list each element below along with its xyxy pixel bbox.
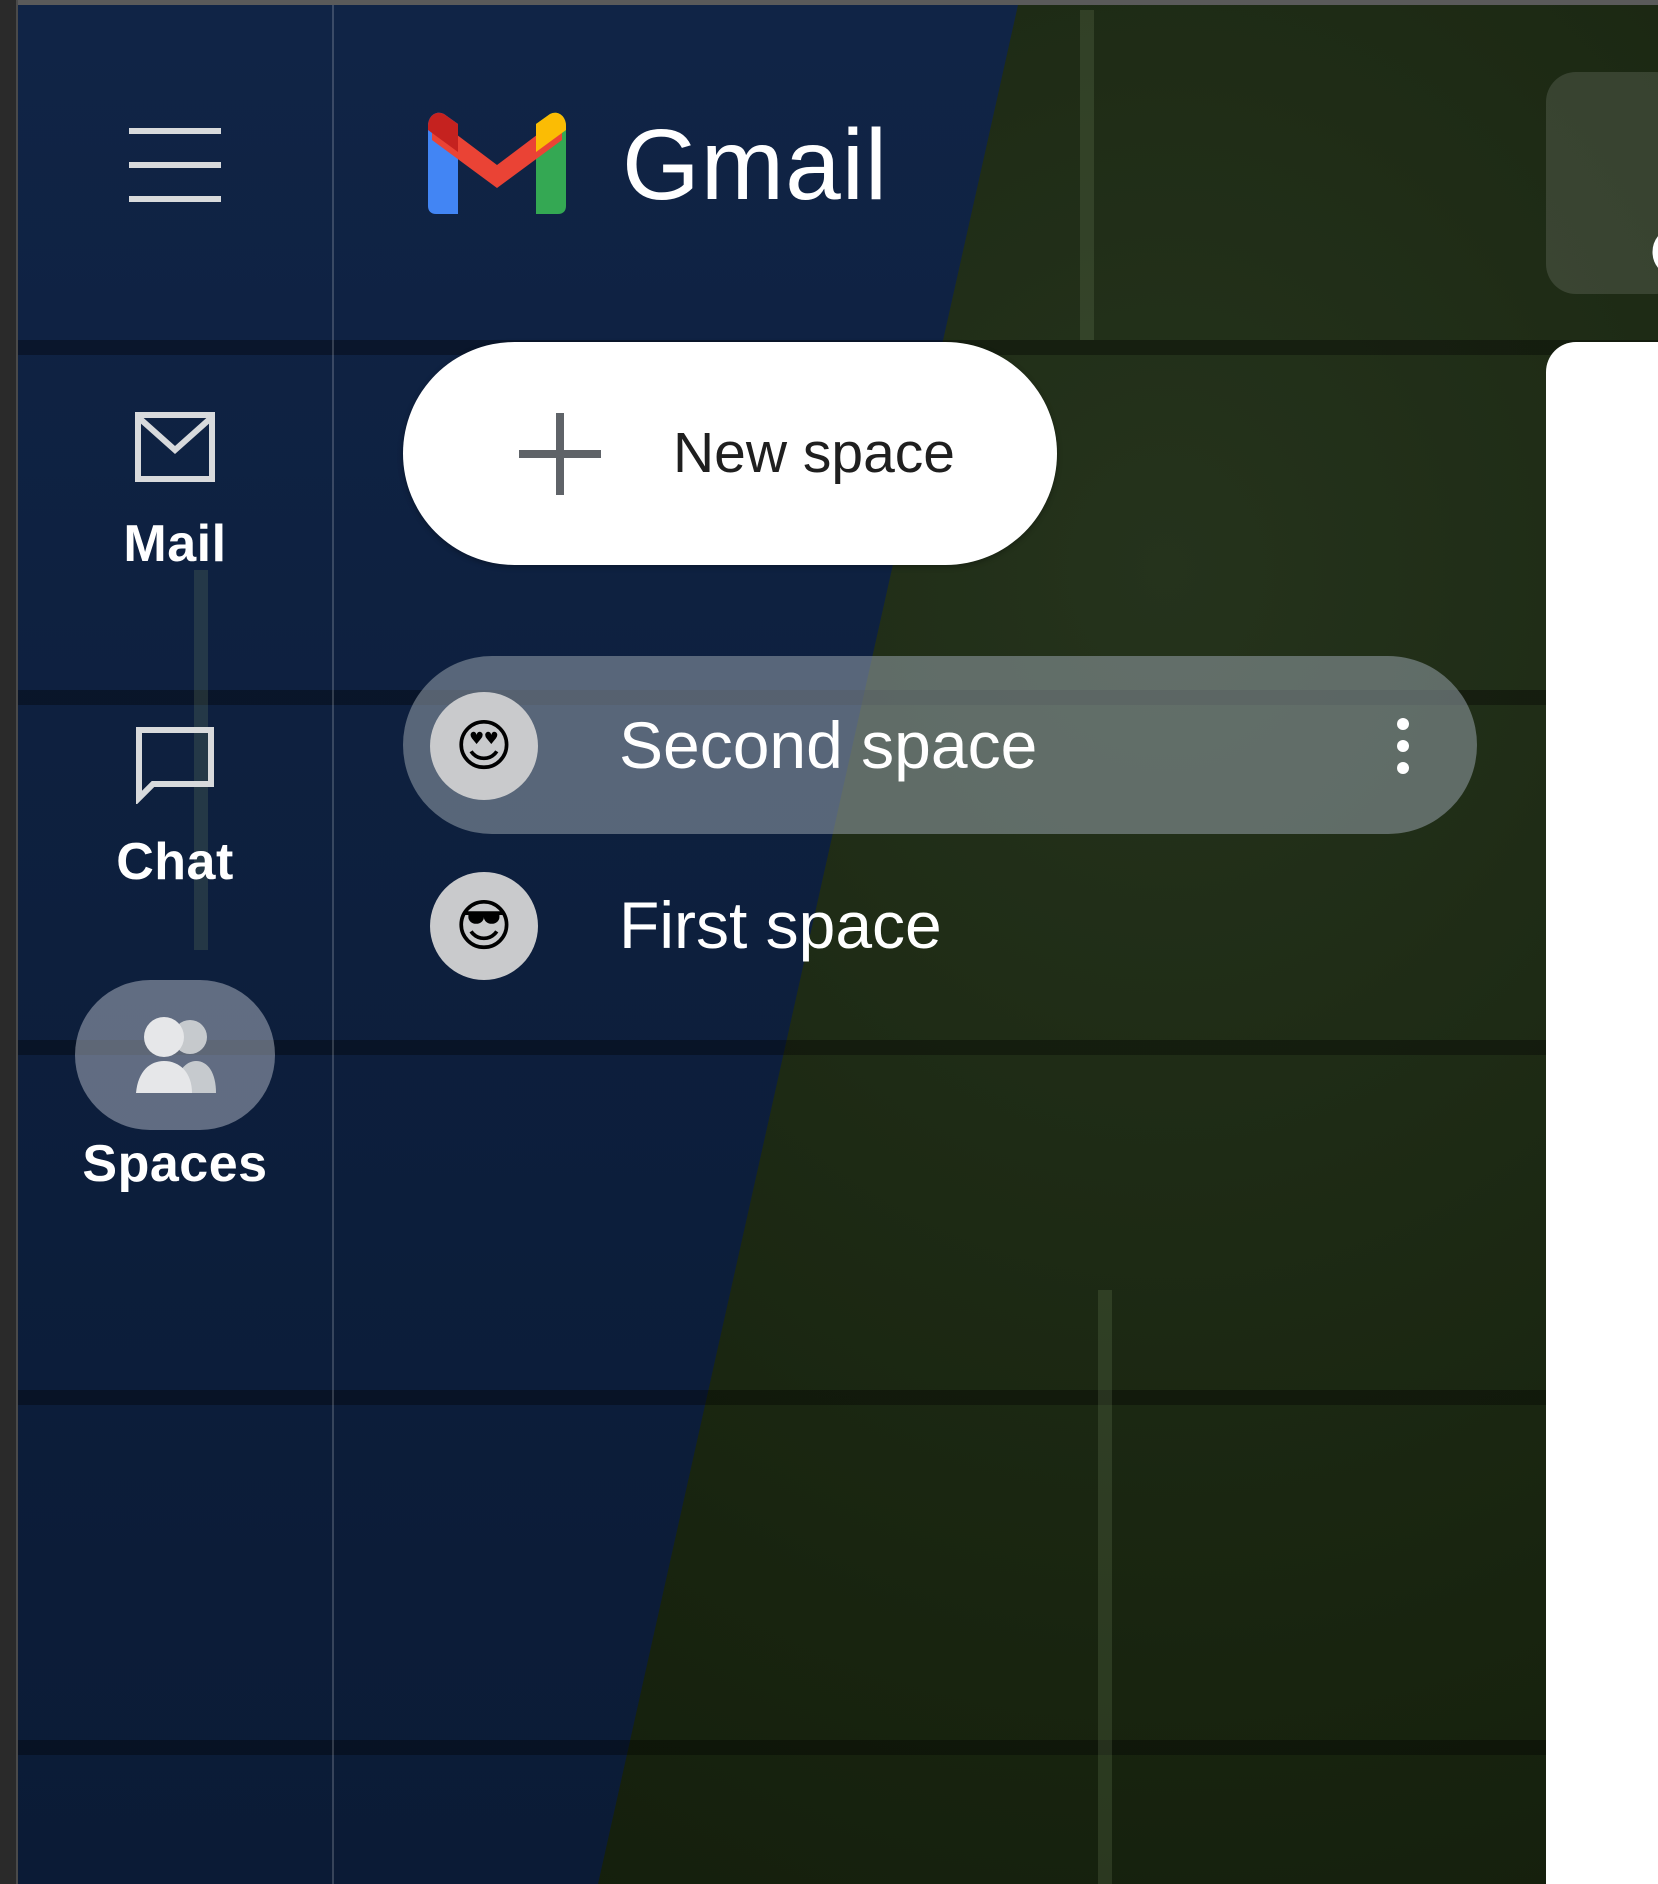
gmail-logo-icon — [428, 112, 566, 214]
sunglasses-emoji-icon: 😎 — [454, 894, 514, 957]
gmail-app-window: Mail Chat Spaces Gmail New space 😍 Secon… — [0, 0, 1658, 1884]
search-icon — [1652, 236, 1658, 268]
plus-icon — [519, 413, 601, 495]
spaces-people-icon — [136, 1017, 216, 1093]
rail-item-chat-icon-wrap — [75, 690, 275, 840]
heart-eyes-emoji-icon: 😍 — [454, 714, 514, 777]
gmail-wordmark: Gmail — [622, 109, 889, 221]
space-name: Second space — [619, 708, 1038, 782]
space-name: First space — [619, 888, 942, 962]
new-space-button-label: New space — [673, 421, 955, 485]
space-item-second-space[interactable]: 😍 Second space — [403, 656, 1477, 834]
space-avatar: 😎 — [430, 872, 538, 980]
new-space-button[interactable]: New space — [403, 342, 1057, 565]
rail-item-chat[interactable]: Chat — [60, 690, 290, 892]
main-content-panel — [1546, 342, 1658, 1884]
window-left-border — [0, 0, 18, 1884]
rail-item-mail-label: Mail — [123, 515, 227, 573]
wallpaper-brick-seam — [1080, 10, 1094, 340]
hamburger-menu-icon — [129, 128, 221, 202]
search-bar-partial[interactable] — [1546, 72, 1658, 294]
more-options-button[interactable] — [1378, 706, 1428, 786]
wallpaper-brick-seam — [1098, 1290, 1112, 1884]
main-menu-button[interactable] — [120, 110, 230, 220]
rail-item-mail[interactable]: Mail — [60, 372, 290, 574]
rail-item-spaces-label: Spaces — [82, 1135, 268, 1193]
rail-item-mail-icon-wrap — [75, 372, 275, 522]
more-vertical-icon — [1397, 718, 1409, 774]
rail-item-spaces-icon-wrap — [75, 980, 275, 1130]
space-avatar: 😍 — [430, 692, 538, 800]
mail-envelope-icon — [135, 412, 215, 482]
chat-bubble-icon — [136, 727, 214, 804]
window-top-border — [0, 0, 1658, 5]
space-item-first-space[interactable]: 😎 First space — [403, 836, 1477, 1014]
rail-item-spaces[interactable]: Spaces — [60, 980, 290, 1194]
rail-item-chat-label: Chat — [116, 833, 234, 891]
rail-divider — [332, 5, 334, 1884]
